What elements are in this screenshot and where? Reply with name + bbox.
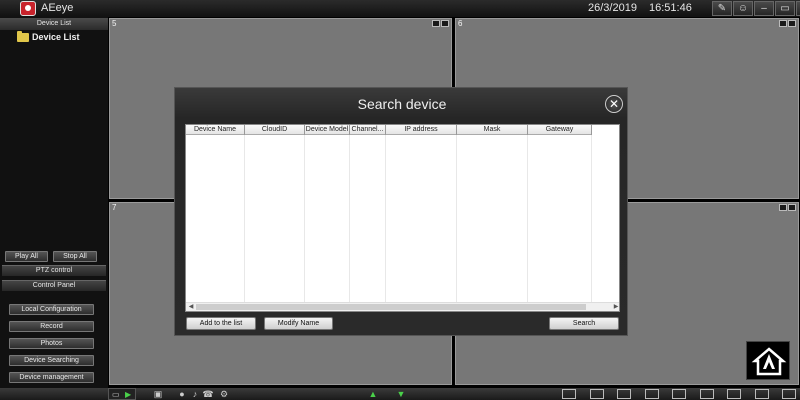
window-controls: ✎ ☺ – ▭ ✕	[712, 1, 800, 16]
dialog-close-icon[interactable]: ✕	[605, 95, 623, 113]
tree-root-device-list[interactable]: Device List	[17, 30, 80, 42]
cell-close-icon[interactable]	[788, 204, 796, 211]
column-divider	[349, 135, 350, 303]
menu-local-configuration[interactable]: Local Configuration	[9, 304, 94, 315]
device-list-header: Device List	[0, 18, 108, 30]
layout-8-icon[interactable]	[672, 389, 686, 399]
control-panel-section[interactable]: Control Panel	[2, 280, 106, 291]
screen-mode-button[interactable]: ▭ ▶	[108, 388, 136, 400]
search-device-dialog: Search device ✕ Device Name CloudID Devi…	[174, 87, 628, 336]
scroll-right-icon[interactable]: ▶	[612, 303, 619, 311]
horizontal-scrollbar[interactable]: ◀ ▶	[186, 302, 619, 311]
layout-9-icon[interactable]	[700, 389, 714, 399]
page-up-icon[interactable]: ▲	[366, 389, 380, 399]
column-header-gateway[interactable]: Gateway	[528, 125, 592, 135]
column-header-cloud-id[interactable]: CloudID	[245, 125, 305, 135]
scroll-left-icon[interactable]: ◀	[187, 303, 195, 311]
ptz-control-section[interactable]: PTZ control	[2, 265, 106, 276]
page-down-icon[interactable]: ▼	[394, 389, 408, 399]
bottom-toolbar: ▭ ▶ ▣ ● ♪ ☎ ⚙ ▲ ▼	[0, 388, 800, 400]
date-text: 26/3/2019	[588, 2, 637, 14]
monitor-icon: ▭	[112, 390, 120, 399]
stop-all-button[interactable]: Stop All	[53, 251, 97, 262]
cell-controls	[432, 20, 449, 27]
column-divider	[304, 135, 305, 303]
layout-16-icon[interactable]	[727, 389, 741, 399]
layout-25-icon[interactable]	[755, 389, 769, 399]
cell-close-icon[interactable]	[788, 20, 796, 27]
column-header-mask[interactable]: Mask	[457, 125, 528, 135]
cell-minimize-icon[interactable]	[779, 204, 787, 211]
record-icon[interactable]: ●	[176, 389, 188, 399]
column-divider	[527, 135, 528, 303]
cell-number: 7	[112, 203, 117, 212]
menu-device-management[interactable]: Device management	[9, 372, 94, 383]
cell-controls	[779, 204, 796, 211]
menu-photos[interactable]: Photos	[9, 338, 94, 349]
column-divider	[244, 135, 245, 303]
layout-1-icon[interactable]	[562, 389, 576, 399]
search-button[interactable]: Search	[549, 317, 619, 330]
play-all-button[interactable]: Play All	[5, 251, 48, 262]
cell-number: 6	[458, 19, 463, 28]
column-divider	[385, 135, 386, 303]
layout-single-icon[interactable]	[590, 389, 604, 399]
folder-icon	[17, 30, 29, 42]
layout-4-icon[interactable]	[617, 389, 631, 399]
time-text: 16:51:46	[649, 2, 692, 14]
cell-close-icon[interactable]	[441, 20, 449, 27]
table-header: Device Name CloudID Device Model Channel…	[186, 125, 592, 135]
column-divider	[456, 135, 457, 303]
user-icon[interactable]: ☺	[733, 1, 753, 16]
volume-icon[interactable]: ♪	[190, 389, 200, 399]
modify-name-button[interactable]: Modify Name	[264, 317, 333, 330]
app-window: AEeye 26/3/2019 16:51:46 ✎ ☺ – ▭ ✕ Devic…	[0, 0, 800, 400]
edit-icon[interactable]: ✎	[712, 1, 732, 16]
scrollbar-thumb[interactable]	[196, 304, 586, 310]
control-panel-menu: Local Configuration Record Photos Device…	[0, 292, 108, 388]
cell-number: 5	[112, 19, 117, 28]
settings-icon[interactable]: ⚙	[218, 389, 230, 399]
menu-record[interactable]: Record	[9, 321, 94, 332]
minimize-icon[interactable]: –	[754, 1, 774, 16]
cell-minimize-icon[interactable]	[779, 20, 787, 27]
tree-root-label: Device List	[32, 32, 80, 42]
app-logo-icon	[20, 1, 36, 16]
cell-minimize-icon[interactable]	[432, 20, 440, 27]
device-tree: Device List	[0, 30, 108, 265]
device-search-table: Device Name CloudID Device Model Channel…	[185, 124, 620, 312]
menu-device-searching[interactable]: Device Searching	[9, 355, 94, 366]
layout-6-icon[interactable]	[645, 389, 659, 399]
date-time: 26/3/2019 16:51:46	[588, 1, 692, 16]
snapshot-icon[interactable]: ▣	[152, 389, 164, 399]
play-icon: ▶	[125, 390, 132, 399]
brand-logo-icon	[746, 341, 790, 380]
column-header-device-model[interactable]: Device Model	[305, 125, 350, 135]
talk-icon[interactable]: ☎	[202, 389, 214, 399]
cell-controls	[779, 20, 796, 27]
fullscreen-icon[interactable]	[782, 389, 796, 399]
column-header-channel[interactable]: Channel...	[350, 125, 386, 135]
column-divider	[591, 135, 592, 303]
add-to-list-button[interactable]: Add to the list	[186, 317, 256, 330]
title-bar: AEeye 26/3/2019 16:51:46 ✎ ☺ – ▭ ✕	[0, 0, 800, 17]
restore-icon[interactable]: ▭	[775, 1, 795, 16]
dialog-title: Search device	[357, 96, 447, 112]
column-header-ip-address[interactable]: IP address	[386, 125, 457, 135]
column-header-device-name[interactable]: Device Name	[186, 125, 245, 135]
app-title: AEeye	[41, 2, 74, 14]
close-icon[interactable]: ✕	[796, 1, 800, 16]
